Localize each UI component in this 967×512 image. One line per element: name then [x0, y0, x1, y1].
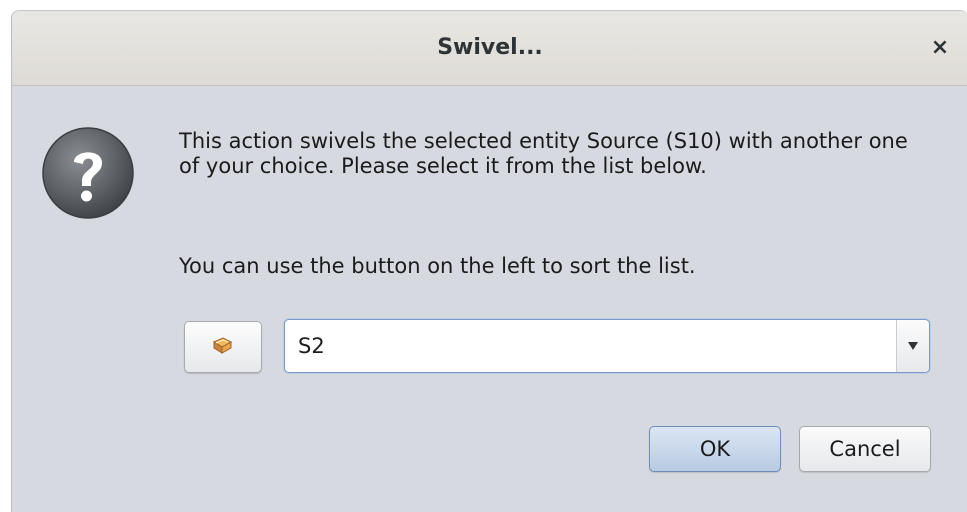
swivel-dialog: Swivel... × This action swivels the sele…	[11, 10, 967, 512]
dialog-message: This action swivels the selected entity …	[179, 129, 908, 178]
close-button[interactable]: ×	[926, 34, 954, 62]
book-icon	[212, 337, 233, 354]
chevron-down-icon	[908, 342, 918, 350]
entity-select-combobox[interactable]: S2	[284, 319, 930, 373]
dialog-hint: You can use the button on the left to so…	[179, 254, 696, 278]
question-icon	[41, 126, 135, 220]
dialog-title: Swivel...	[437, 35, 543, 60]
ok-button[interactable]: OK	[649, 426, 781, 472]
title-bar[interactable]: Swivel... ×	[12, 11, 967, 86]
sort-list-button[interactable]	[184, 321, 262, 373]
combo-selected-value: S2	[298, 334, 325, 358]
combo-dropdown-button[interactable]	[896, 320, 929, 372]
cancel-button[interactable]: Cancel	[799, 426, 931, 472]
close-icon: ×	[930, 35, 950, 60]
